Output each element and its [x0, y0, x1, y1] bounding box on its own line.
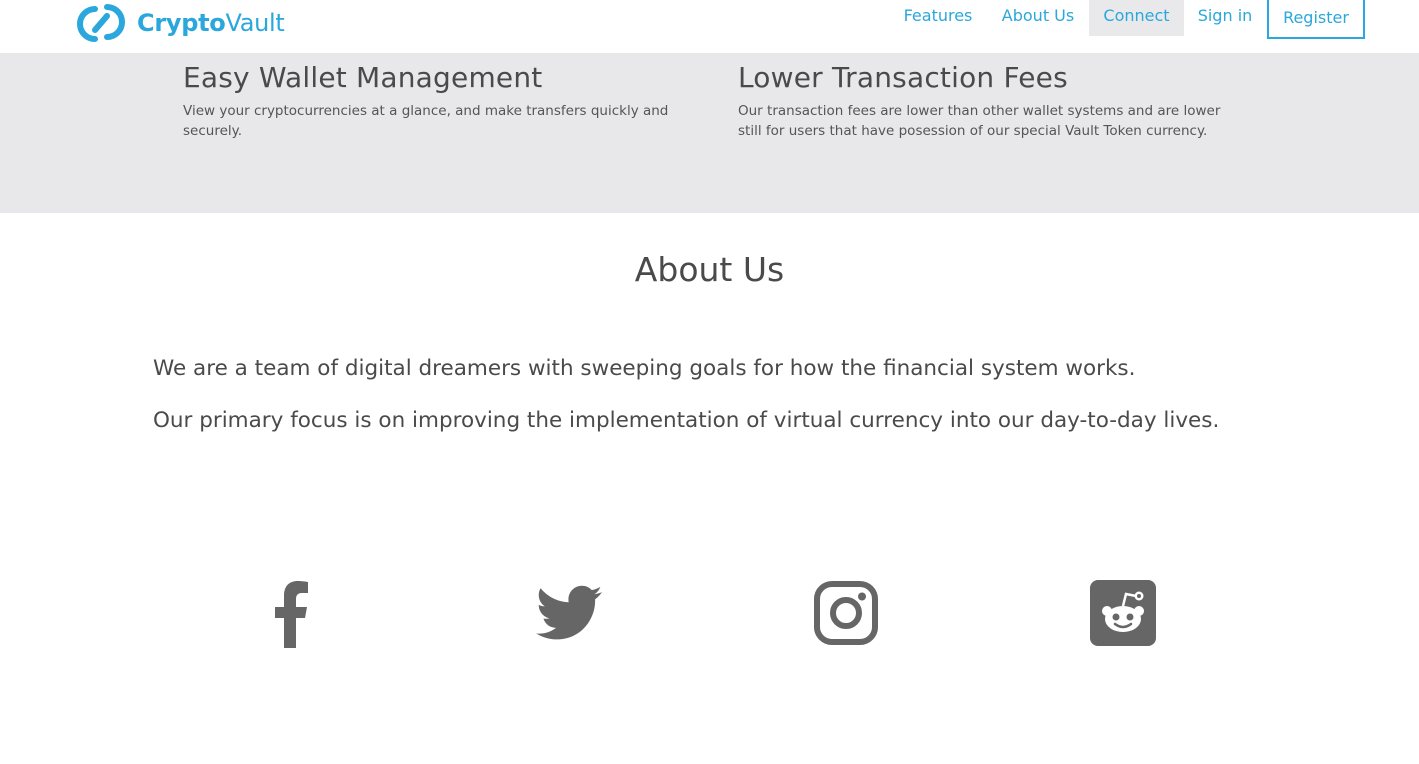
- feature-text: View your cryptocurrencies at a glance, …: [183, 103, 669, 139]
- logo[interactable]: CryptoVault: [71, 2, 285, 44]
- feature-text: Our transaction fees are lower than othe…: [738, 103, 1221, 139]
- about-paragraph: Our primary focus is on improving the im…: [153, 408, 1220, 433]
- feature-title: Easy Wallet Management: [183, 61, 543, 94]
- facebook-link[interactable]: [257, 578, 327, 648]
- nav-features[interactable]: Features: [894, 0, 982, 36]
- reddit-icon: [1090, 580, 1156, 646]
- facebook-icon: [275, 581, 308, 648]
- feature-wallet-management: Easy Wallet Management View your cryptoc…: [183, 61, 673, 141]
- cryptovault-logo-icon: [77, 4, 125, 42]
- feature-transaction-fees: Lower Transaction Fees Our transaction f…: [738, 61, 1228, 141]
- nav-connect[interactable]: Connect: [1089, 0, 1184, 36]
- about-paragraph: We are a team of digital dreamers with s…: [153, 356, 1136, 381]
- nav-about-us[interactable]: About Us: [990, 0, 1086, 36]
- feature-title: Lower Transaction Fees: [738, 61, 1068, 94]
- register-button[interactable]: Register: [1267, 0, 1365, 39]
- twitter-icon: [536, 585, 602, 640]
- site-header: CryptoVault Features About Us Connect Si…: [0, 0, 1419, 53]
- instagram-link[interactable]: [811, 578, 881, 648]
- about-title: About Us: [634, 250, 785, 289]
- reddit-link[interactable]: [1088, 578, 1158, 648]
- logo-text: CryptoVault: [137, 9, 285, 37]
- twitter-link[interactable]: [534, 578, 604, 648]
- instagram-icon: [814, 581, 878, 645]
- features-section: Easy Wallet Management View your cryptoc…: [0, 53, 1419, 213]
- nav-sign-in[interactable]: Sign in: [1190, 0, 1260, 36]
